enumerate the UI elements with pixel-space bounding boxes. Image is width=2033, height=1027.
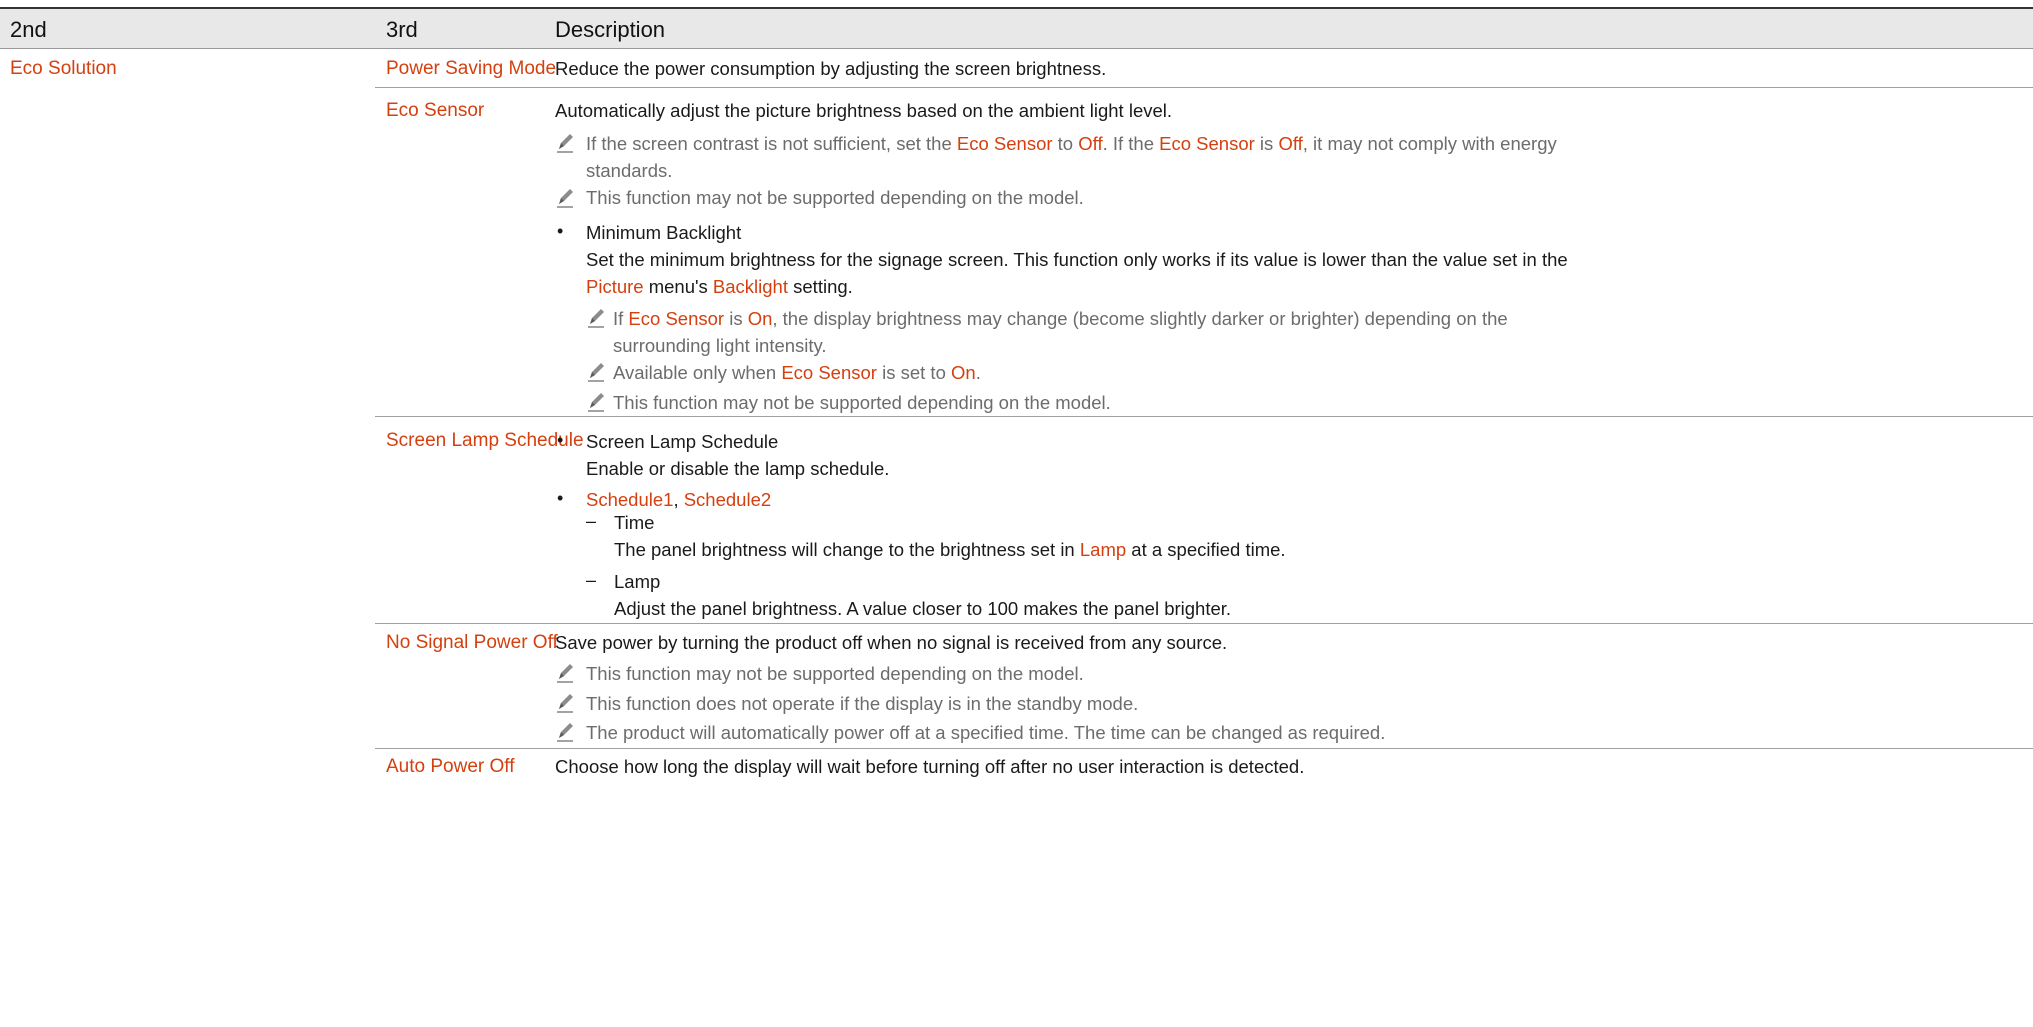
dash-marker: – — [586, 511, 597, 531]
no-signal-power-off-desc: Save power by turning the product off wh… — [555, 632, 1228, 653]
minimum-backlight-desc: Set the minimum brightness for the signa… — [586, 249, 1568, 270]
eco-sensor-model-note: This function may not be supported depen… — [613, 392, 1111, 413]
pencil-icon — [586, 391, 606, 413]
pencil-icon — [555, 662, 575, 684]
bullet-marker: • — [557, 488, 564, 508]
pencil-icon — [555, 721, 575, 743]
eco-sensor-note-contrast-line2: standards. — [586, 160, 673, 181]
dash-marker: – — [586, 570, 597, 590]
auto-power-off-label: Auto Power Off — [386, 756, 515, 777]
minimum-backlight-desc-line2: Picture menu's Backlight setting. — [586, 276, 853, 297]
header-2nd: 2nd — [10, 17, 47, 42]
pencil-icon — [586, 361, 606, 383]
eco-sensor-available-note: Available only when Eco Sensor is set to… — [613, 362, 981, 383]
time-desc: The panel brightness will change to the … — [614, 539, 1286, 560]
time-title: Time — [614, 512, 655, 533]
eco-sensor-desc: Automatically adjust the picture brightn… — [555, 100, 1173, 121]
lamp-desc: Adjust the panel brightness. A value clo… — [614, 598, 1232, 619]
screen-lamp-schedule-title: Screen Lamp Schedule — [586, 431, 779, 452]
eco-sensor-on-note-line2: surrounding light intensity. — [613, 335, 827, 356]
row-divider — [375, 416, 2033, 417]
row-divider — [375, 623, 2033, 624]
no-signal-note-model: This function may not be supported depen… — [586, 663, 1084, 684]
pencil-icon — [586, 307, 606, 329]
pencil-icon — [555, 132, 575, 154]
row-divider — [375, 87, 2033, 88]
eco-sensor-note-contrast: If the screen contrast is not sufficient… — [586, 133, 1557, 154]
bullet-marker: • — [557, 221, 564, 241]
eco-sensor-note-model: This function may not be supported depen… — [586, 187, 1084, 208]
no-signal-note-standby: This function does not operate if the di… — [586, 693, 1139, 714]
minimum-backlight-title: Minimum Backlight — [586, 222, 742, 243]
section-eco-solution: Eco Solution — [10, 58, 117, 79]
table-header: 2nd 3rd Description — [0, 7, 2033, 49]
header-description: Description — [555, 17, 666, 42]
bullet-marker: • — [557, 430, 564, 450]
no-signal-power-off-label: No Signal Power Off — [386, 632, 558, 653]
power-saving-mode-desc: Reduce the power consumption by adjustin… — [555, 58, 1107, 79]
eco-sensor-on-note: If Eco Sensor is On, the display brightn… — [613, 308, 1508, 329]
auto-power-off-desc: Choose how long the display will wait be… — [555, 756, 1305, 777]
pencil-icon — [555, 692, 575, 714]
power-saving-mode-label: Power Saving Mode — [386, 58, 557, 79]
pencil-icon — [555, 187, 575, 209]
screen-lamp-schedule-label: Screen Lamp Schedule — [386, 430, 584, 451]
screen-lamp-schedule-desc: Enable or disable the lamp schedule. — [586, 458, 890, 479]
no-signal-note-auto: The product will automatically power off… — [586, 722, 1386, 743]
header-3rd: 3rd — [386, 17, 418, 42]
eco-sensor-label: Eco Sensor — [386, 100, 485, 121]
lamp-title: Lamp — [614, 571, 661, 592]
row-divider — [375, 748, 2033, 749]
